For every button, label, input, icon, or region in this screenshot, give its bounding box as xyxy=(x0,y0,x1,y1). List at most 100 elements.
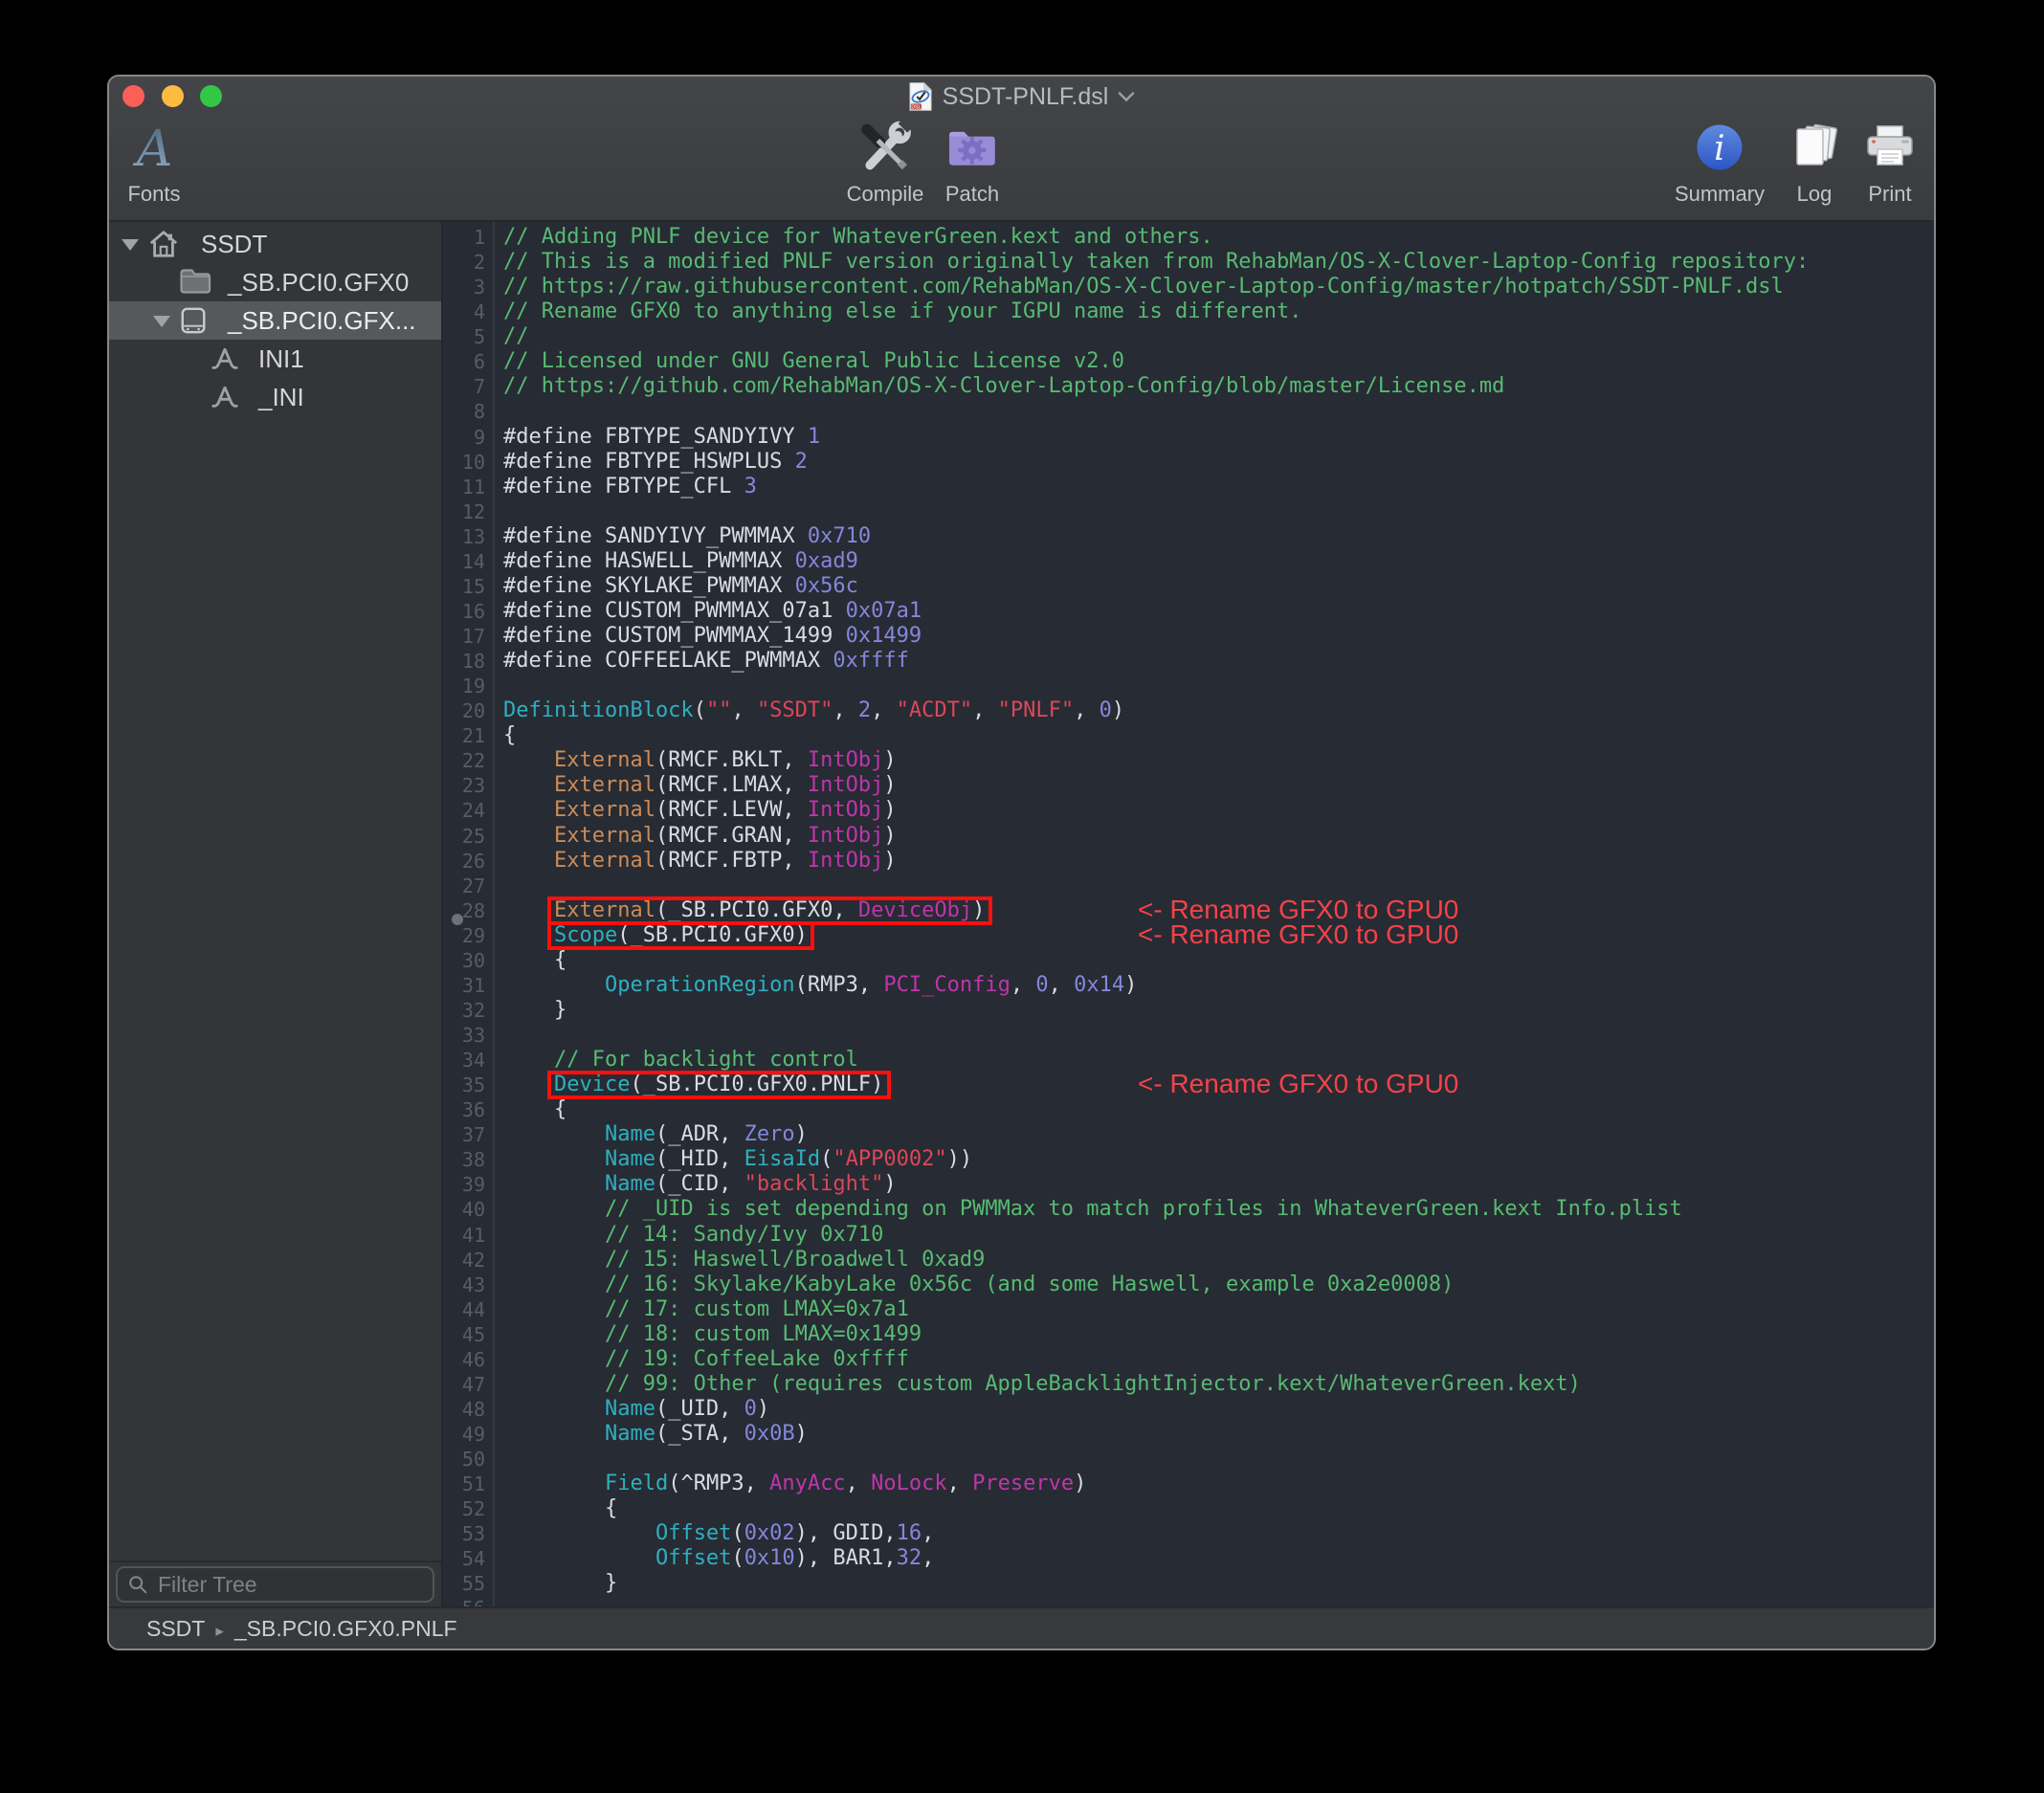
code-line: 18#define COFFEELAKE_PWMMAX 0xffff xyxy=(443,649,1934,674)
sidebar-item-ini[interactable]: _INI xyxy=(109,378,441,416)
toolbar-fonts-button[interactable]: A Fonts xyxy=(127,117,180,205)
line-number: 14 xyxy=(443,549,489,574)
tree-item-label: INI1 xyxy=(258,340,304,378)
line-number: 44 xyxy=(443,1297,489,1322)
code-text: Name(_ADR, Zero) xyxy=(503,1122,808,1147)
code-text: #define CUSTOM_PWMMAX_07a1 0x07a1 xyxy=(503,599,922,624)
tree-item-label: _INI xyxy=(258,378,304,416)
disclosure-triangle-icon[interactable] xyxy=(122,239,139,251)
code-line: 39 Name(_CID, "backlight") xyxy=(443,1172,1934,1197)
line-number: 24 xyxy=(443,798,489,823)
line-number: 27 xyxy=(443,874,489,898)
code-line: 9#define FBTYPE_SANDYIVY 1 xyxy=(443,425,1934,450)
line-number: 50 xyxy=(443,1447,489,1472)
print-printer-icon xyxy=(1865,117,1915,178)
sidebar-item-ssdt[interactable]: SSDT xyxy=(109,225,441,263)
svg-text:A: A xyxy=(132,121,172,175)
device-icon xyxy=(179,305,211,336)
code-text: DefinitionBlock("", "SSDT", 2, "ACDT", "… xyxy=(503,698,1124,723)
window-title-group[interactable]: DSL SSDT-PNLF.dsl xyxy=(109,77,1934,117)
code-line: 21{ xyxy=(443,723,1934,748)
toolbar-log-button[interactable]: Log xyxy=(1790,117,1838,205)
line-number: 56 xyxy=(443,1596,489,1606)
line-number: 17 xyxy=(443,624,489,649)
line-number: 33 xyxy=(443,1023,489,1048)
code-line: 49 Name(_STA, 0x0B) xyxy=(443,1422,1934,1447)
code-text: // For backlight control xyxy=(503,1048,858,1073)
toolbar-label: Summary xyxy=(1675,184,1765,205)
sidebar: SSDT_SB.PCI0.GFX0_SB.PCI0.GFX...INI1_INI xyxy=(109,222,443,1606)
line-number: 54 xyxy=(443,1546,489,1571)
code-line: 23 External(RMCF.LMAX, IntObj) xyxy=(443,773,1934,798)
code-text: #define CUSTOM_PWMMAX_1499 0x1499 xyxy=(503,624,922,649)
line-number: 22 xyxy=(443,748,489,773)
code-line: 44 // 17: custom LMAX=0x7a1 xyxy=(443,1297,1934,1322)
search-icon xyxy=(127,1574,148,1595)
summary-info-icon: i xyxy=(1675,117,1765,178)
code-line: 11#define FBTYPE_CFL 3 xyxy=(443,475,1934,499)
toolbar-print-button[interactable]: Print xyxy=(1865,117,1915,205)
code-line: 4// Rename GFX0 to anything else if your… xyxy=(443,299,1934,324)
toolbar-summary-button[interactable]: i Summary xyxy=(1675,117,1765,205)
code-text: // 14: Sandy/Ivy 0x710 xyxy=(503,1223,883,1248)
sidebar-item-sb-pci0-gfx0[interactable]: _SB.PCI0.GFX0 xyxy=(109,263,441,301)
code-text: External(RMCF.LMAX, IntObj) xyxy=(503,773,897,798)
toolbar-label: Fonts xyxy=(127,184,180,205)
toolbar-label: Log xyxy=(1790,184,1838,205)
toolbar-compile-button[interactable]: Compile xyxy=(847,117,924,205)
line-number: 12 xyxy=(443,499,489,524)
breadcrumb-item[interactable]: _SB.PCI0.GFX0.PNLF xyxy=(234,1616,457,1641)
code-line: 5// xyxy=(443,324,1934,349)
titlebar-and-toolbar: DSL SSDT-PNLF.dsl A Fonts Compile Patch i Sum… xyxy=(109,77,1934,222)
line-number: 30 xyxy=(443,948,489,973)
code-line: 40 // _UID is set depending on PWMMax to… xyxy=(443,1197,1934,1222)
breadcrumb-item[interactable]: SSDT xyxy=(146,1616,205,1641)
code-text: #define COFFEELAKE_PWMMAX 0xffff xyxy=(503,649,909,674)
code-text: } xyxy=(503,1571,617,1596)
desktop: { "window": { "title": "SSDT-PNLF.dsl" }… xyxy=(0,0,2044,1793)
code-text: External(RMCF.BKLT, IntObj) xyxy=(503,748,897,773)
code-text: // 99: Other (requires custom AppleBackl… xyxy=(503,1372,1581,1397)
filter-tree-field[interactable] xyxy=(116,1566,434,1603)
line-number: 42 xyxy=(443,1248,489,1273)
sidebar-divider xyxy=(109,1561,441,1562)
chevron-down-icon[interactable] xyxy=(1118,91,1135,102)
line-number: 2 xyxy=(443,250,489,275)
code-line: 6// Licensed under GNU General Public Li… xyxy=(443,349,1934,374)
code-line: 24 External(RMCF.LEVW, IntObj) xyxy=(443,798,1934,823)
line-number: 37 xyxy=(443,1122,489,1147)
code-text: // 16: Skylake/KabyLake 0x56c (and some … xyxy=(503,1273,1454,1297)
line-number: 55 xyxy=(443,1571,489,1596)
code-text: Offset(0x02), GDID,16, xyxy=(503,1521,934,1546)
sidebar-item-sb-pci0-gfx0-pnlf[interactable]: _SB.PCI0.GFX... xyxy=(109,301,441,340)
code-line: 8 xyxy=(443,399,1934,424)
toolbar-label: Patch xyxy=(945,184,999,205)
line-number: 16 xyxy=(443,599,489,624)
code-line: 16 #define CUSTOM_PWMMAX_07a1 0x07a1 xyxy=(443,599,1934,624)
red-highlight-box xyxy=(547,1071,891,1099)
line-number: 26 xyxy=(443,849,489,874)
line-number: 52 xyxy=(443,1496,489,1521)
home-icon xyxy=(147,229,180,259)
code-editor[interactable]: 1// Adding PNLF device for WhateverGreen… xyxy=(443,222,1934,1606)
disclosure-triangle-icon[interactable] xyxy=(153,316,170,327)
filter-tree-input[interactable] xyxy=(156,1571,423,1599)
code-text: OperationRegion(RMP3, PCI_Config, 0, 0x1… xyxy=(503,973,1137,998)
code-text: } xyxy=(503,998,567,1023)
code-line: 47 // 99: Other (requires custom AppleBa… xyxy=(443,1372,1934,1397)
code-line: 10#define FBTYPE_HSWPLUS 2 xyxy=(443,450,1934,475)
sidebar-item-ini1[interactable]: INI1 xyxy=(109,340,441,378)
line-number: 45 xyxy=(443,1322,489,1347)
code-text: // 19: CoffeeLake 0xffff xyxy=(503,1347,909,1372)
toolbar-label: Print xyxy=(1865,184,1915,205)
code-line: 36 { xyxy=(443,1097,1934,1122)
code-text: External(RMCF.LEVW, IntObj) xyxy=(503,798,897,823)
line-number: 40 xyxy=(443,1197,489,1222)
folder-icon xyxy=(179,267,211,298)
toolbar-patch-button[interactable]: Patch xyxy=(945,117,999,205)
code-text: #define SKYLAKE_PWMMAX 0x56c xyxy=(503,574,858,599)
line-number: 53 xyxy=(443,1521,489,1546)
code-text: Offset(0x10), BAR1,32, xyxy=(503,1546,934,1571)
code-line: 42 // 15: Haswell/Broadwell 0xad9 xyxy=(443,1248,1934,1273)
breadcrumb-separator-icon: ▸ xyxy=(215,1622,224,1640)
